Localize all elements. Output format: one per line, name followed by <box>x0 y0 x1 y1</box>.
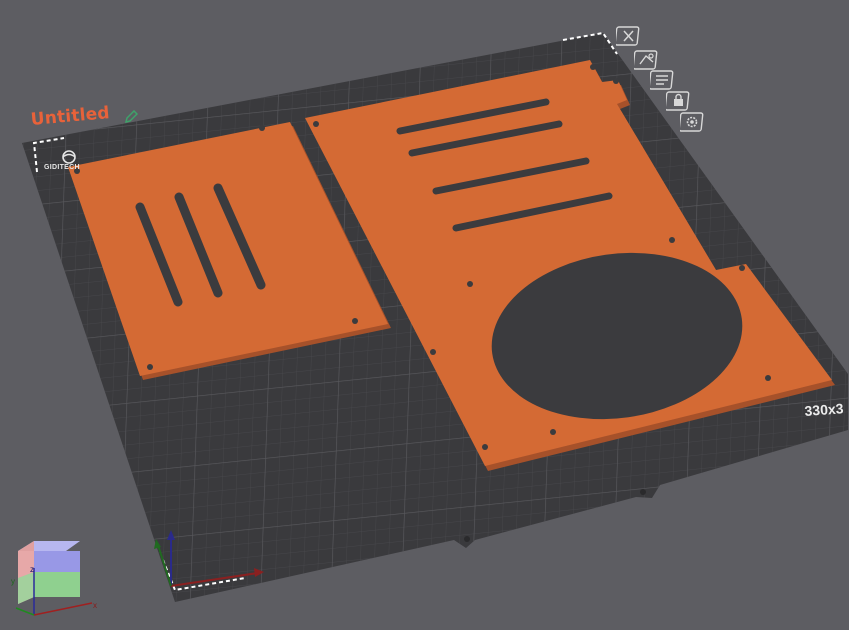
brand-logo: GIDITECH <box>44 150 92 172</box>
view-cube[interactable]: z y x <box>0 528 100 625</box>
plate-size-label: 330x3 <box>804 400 844 419</box>
3d-viewport[interactable]: Untitled GIDITECH 330x3 z y x <box>0 0 849 625</box>
axis-y-label: y <box>11 577 15 586</box>
plate-settings-icon[interactable] <box>634 50 660 70</box>
axis-z-label: z <box>30 565 34 574</box>
lock-icon[interactable] <box>666 91 692 111</box>
settings-gear-icon[interactable] <box>680 112 706 132</box>
plate-toolbar <box>614 26 714 136</box>
build-plate-scene[interactable] <box>0 0 849 625</box>
edit-name-icon[interactable] <box>124 110 138 124</box>
close-icon[interactable] <box>616 26 642 46</box>
brand-name: GIDITECH <box>44 164 80 171</box>
arrange-icon[interactable] <box>650 70 676 90</box>
axis-x-label: x <box>93 601 97 610</box>
